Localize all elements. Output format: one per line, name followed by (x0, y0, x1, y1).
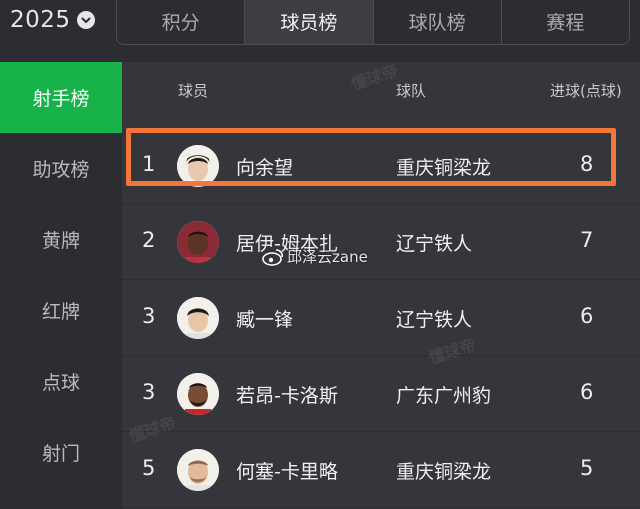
chevron-down-icon (76, 11, 95, 29)
sidebar-item-penalties[interactable]: 点球 (0, 346, 122, 417)
avatar (177, 221, 219, 263)
season-selector[interactable]: 2025 (10, 4, 95, 36)
table-row[interactable]: 2 居伊-姆本扎 辽宁铁人 7 (122, 204, 640, 280)
sidebar-item-red-cards[interactable]: 红牌 (0, 275, 122, 346)
table-row[interactable]: 5 何塞-卡里略 重庆铜梁龙 5 (122, 432, 640, 508)
team-name: 辽宁铁人 (396, 233, 473, 255)
avatar (177, 449, 219, 491)
avatar (177, 373, 219, 415)
team-name: 辽宁铁人 (396, 309, 473, 331)
team-name: 广东广州豹 (396, 385, 492, 407)
header-player: 球员 (178, 82, 209, 100)
header-goals: 进球(点球) (550, 82, 622, 100)
tab-team-rankings[interactable]: 球队榜 (374, 0, 502, 44)
goal-count: 7 (580, 228, 594, 252)
goal-count: 6 (580, 380, 594, 404)
rank: 3 (142, 304, 156, 328)
player-name: 何塞-卡里略 (236, 461, 338, 483)
player-name: 臧一锋 (236, 309, 294, 331)
goal-count: 8 (580, 152, 594, 176)
rank: 3 (142, 380, 156, 404)
tab-schedule[interactable]: 赛程 (502, 0, 629, 44)
sidebar-item-top-scorers[interactable]: 射手榜 (0, 62, 122, 133)
sidebar-item-assists[interactable]: 助攻榜 (0, 133, 122, 204)
weibo-icon (262, 248, 283, 266)
team-name: 重庆铜梁龙 (396, 157, 492, 179)
season-year: 2025 (10, 7, 71, 33)
avatar (177, 297, 219, 339)
goal-count: 6 (580, 304, 594, 328)
rank: 1 (142, 152, 156, 176)
tab-standings[interactable]: 积分 (117, 0, 246, 44)
rankings-table: 球员 球队 进球(点球) 1 向余望 重庆铜梁龙 8 2 居伊-姆本扎 辽宁铁人… (122, 62, 640, 509)
top-tabs: 积分 球员榜 球队榜 赛程 (116, 0, 630, 45)
avatar (177, 145, 219, 187)
rank: 2 (142, 228, 156, 252)
table-row[interactable]: 1 向余望 重庆铜梁龙 8 (122, 128, 640, 204)
rank: 5 (142, 456, 156, 480)
goal-count: 5 (580, 456, 594, 480)
team-name: 重庆铜梁龙 (396, 461, 492, 483)
weibo-watermark: 邱泽云zane (262, 246, 368, 267)
player-name: 向余望 (236, 157, 294, 179)
table-row[interactable]: 3 臧一锋 辽宁铁人 6 (122, 280, 640, 356)
top-bar: 2025 积分 球员榜 球队榜 赛程 (0, 0, 640, 62)
header-team: 球队 (396, 82, 427, 100)
category-sidebar: 射手榜 助攻榜 黄牌 红牌 点球 射门 (0, 62, 122, 509)
sidebar-item-yellow-cards[interactable]: 黄牌 (0, 204, 122, 275)
tab-player-rankings[interactable]: 球员榜 (245, 0, 374, 44)
weibo-handle: 邱泽云zane (287, 248, 368, 266)
table-row[interactable]: 3 若昂-卡洛斯 广东广州豹 6 (122, 356, 640, 432)
player-name: 若昂-卡洛斯 (236, 385, 338, 407)
sidebar-item-shots[interactable]: 射门 (0, 417, 122, 488)
